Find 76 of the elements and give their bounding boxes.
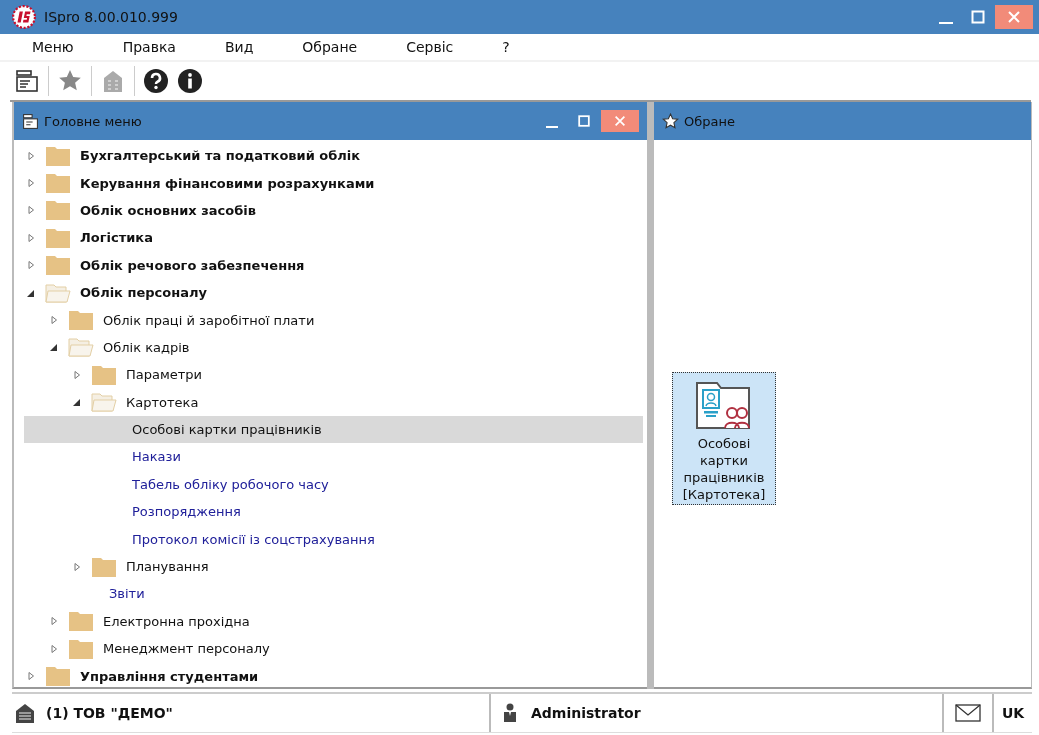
expand-arrow-icon[interactable] <box>72 369 82 380</box>
folder-icon <box>45 172 71 195</box>
tree-folder[interactable]: Управління студентами <box>80 668 259 684</box>
language-indicator[interactable]: UK <box>1001 705 1025 721</box>
close-icon <box>613 114 627 128</box>
expand-arrow-icon[interactable] <box>49 643 59 654</box>
tree-folder[interactable]: Облік праці й заробітної плати <box>103 312 315 328</box>
tree-folder[interactable]: Облік персоналу <box>80 285 207 301</box>
close-button[interactable] <box>601 110 639 132</box>
tree-folder[interactable]: Облік кадрів <box>103 339 190 355</box>
menu-item[interactable]: Вид <box>224 39 254 55</box>
folder-icon <box>45 199 71 222</box>
folder-icon <box>45 665 71 688</box>
expand-arrow-icon[interactable] <box>72 561 82 572</box>
expand-arrow-icon[interactable] <box>26 232 36 243</box>
star-icon <box>662 112 679 130</box>
expand-arrow-icon[interactable] <box>26 671 36 682</box>
tree-folder[interactable]: Планування <box>126 559 209 575</box>
menu-item[interactable]: Меню <box>32 39 74 55</box>
expand-arrow-icon[interactable] <box>26 150 36 161</box>
window-list-icon <box>22 112 39 130</box>
tree-folder[interactable]: Керування фінансовими розрахунками <box>80 175 375 191</box>
tree-item[interactable]: Особові картки працівників <box>132 422 322 438</box>
tree-folder[interactable]: Бухгалтерський та податковий облік <box>80 148 361 164</box>
folder-icon <box>45 144 71 167</box>
folder-icon <box>91 555 117 578</box>
open-folder-icon <box>45 281 71 304</box>
menu-item[interactable]: Обране <box>302 39 358 55</box>
expand-arrow-icon[interactable] <box>26 260 36 271</box>
folder-icon <box>45 254 71 277</box>
app-logo-icon <box>12 5 36 29</box>
tree-item[interactable]: Накази <box>132 449 181 465</box>
open-folder-icon <box>91 391 117 414</box>
folder-icon <box>68 309 94 332</box>
tree-folder[interactable]: Електронна прохідна <box>103 613 250 629</box>
window-list-icon[interactable] <box>14 68 40 94</box>
tree-folder[interactable]: Картотека <box>126 394 199 410</box>
tree-folder[interactable]: Облік речового забезпечення <box>80 257 305 273</box>
expand-arrow-icon[interactable] <box>26 205 36 216</box>
tree-item[interactable]: Звіти <box>109 586 145 602</box>
panel-title: Обране <box>684 113 735 129</box>
collapse-arrow-icon[interactable] <box>72 397 82 408</box>
tree-item[interactable]: Протокол комісії із соцстрахування <box>132 531 375 547</box>
shortcut-tile[interactable]: Особові картки працівників [Картотека] <box>672 372 776 505</box>
close-icon <box>1006 9 1022 25</box>
company-name: (1) ТОВ "ДЕМО" <box>46 705 173 721</box>
tree-item[interactable]: Розпорядження <box>132 504 241 520</box>
expand-arrow-icon[interactable] <box>49 315 59 326</box>
tree-folder[interactable]: Облік основних засобів <box>80 202 256 218</box>
tree-folder[interactable]: Параметри <box>126 367 203 383</box>
panel-title: Головне меню <box>44 113 142 129</box>
expand-arrow-icon[interactable] <box>49 616 59 627</box>
collapse-arrow-icon[interactable] <box>49 342 59 353</box>
close-button[interactable] <box>995 5 1033 29</box>
minimize-icon <box>939 22 953 24</box>
folder-icon <box>45 226 71 249</box>
maximize-icon <box>970 9 986 25</box>
menu-item[interactable]: Правка <box>122 39 176 55</box>
tree-folder[interactable]: Логістика <box>80 230 153 246</box>
expand-arrow-icon[interactable] <box>26 178 36 189</box>
user-name: Administrator <box>531 705 641 721</box>
folder-icon <box>68 637 94 660</box>
help-icon[interactable] <box>143 68 169 94</box>
menu-item[interactable]: ? <box>502 39 510 55</box>
info-icon[interactable] <box>177 68 203 94</box>
maximize-icon <box>577 114 591 128</box>
mail-icon[interactable] <box>955 704 981 722</box>
building-icon <box>14 702 36 724</box>
menu-item[interactable]: Сервіс <box>406 39 454 55</box>
tree-item[interactable]: Табель обліку робочого часу <box>132 476 329 492</box>
folder-icon <box>91 363 117 386</box>
tree-folder[interactable]: Менеджмент персоналу <box>103 641 270 657</box>
minimize-icon <box>546 126 558 128</box>
open-folder-icon <box>68 336 94 359</box>
window-title: ISpro 8.00.010.999 <box>44 9 178 25</box>
folder-icon <box>68 610 94 633</box>
